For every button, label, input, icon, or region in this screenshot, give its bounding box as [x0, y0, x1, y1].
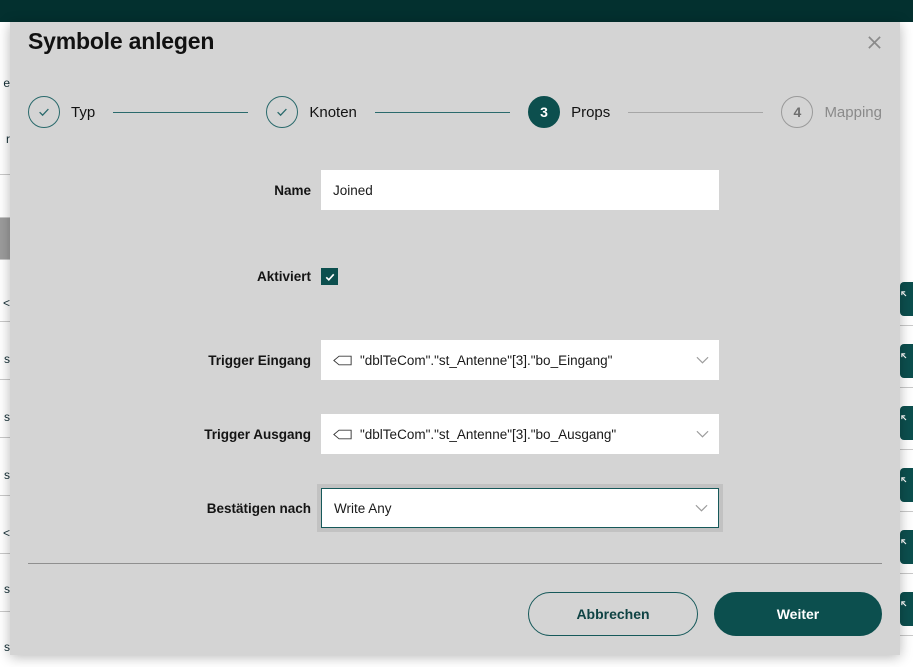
- step-props-label: Props: [571, 104, 610, 121]
- chevron-down-icon: [695, 504, 708, 513]
- step-typ-marker: [28, 96, 60, 128]
- wizard-stepper: Typ Knoten 3 Props 4 Mapping: [28, 92, 882, 132]
- background-left-divider: [0, 321, 10, 322]
- trigger-ausgang-control: "dblTeCom"."st_Antenne"[3]."bo_Ausgang": [321, 414, 719, 454]
- step-connector-1: [113, 112, 248, 113]
- background-left-divider: [0, 259, 10, 260]
- step-props-marker: 3: [528, 96, 560, 128]
- background-left-selected-row: [0, 217, 10, 259]
- background-expand-button[interactable]: [900, 592, 913, 626]
- trigger-eingang-label: Trigger Eingang: [10, 353, 321, 368]
- footer-divider: [28, 563, 882, 564]
- background-left-fragment: <: [0, 526, 10, 540]
- background-left-list: e r < s s s < s s: [0, 22, 10, 667]
- check-icon: [275, 105, 289, 119]
- app-topbar: [0, 0, 913, 22]
- step-typ-label: Typ: [71, 104, 95, 121]
- background-right-actions: [900, 22, 913, 667]
- page-title: Symbole anlegen: [28, 28, 214, 55]
- chevron-down-icon: [696, 430, 709, 439]
- name-control: Joined: [321, 170, 719, 210]
- aktiviert-label: Aktiviert: [10, 269, 321, 284]
- background-expand-button[interactable]: [900, 344, 913, 378]
- tag-icon: [333, 429, 352, 440]
- trigger-ausgang-value: "dblTeCom"."st_Antenne"[3]."bo_Ausgang": [360, 427, 690, 442]
- field-row-trigger-ausgang: Trigger Ausgang "dblTeCom"."st_Antenne"[…: [10, 414, 900, 454]
- create-symbols-dialog: Symbole anlegen Typ Knoten: [10, 22, 900, 655]
- step-connector-3: [628, 112, 763, 113]
- step-knoten[interactable]: Knoten: [266, 96, 357, 128]
- close-icon: [867, 35, 882, 50]
- field-row-trigger-eingang: Trigger Eingang "dblTeCom"."st_Antenne"[…: [10, 340, 900, 380]
- tag-icon: [333, 355, 352, 366]
- expand-icon: [901, 291, 911, 301]
- check-icon: [37, 105, 51, 119]
- check-icon: [324, 271, 336, 283]
- expand-icon: [901, 601, 911, 611]
- background-left-fragment: <: [0, 296, 10, 310]
- background-right-divider: [900, 449, 913, 450]
- step-knoten-label: Knoten: [309, 104, 357, 121]
- dialog-footer: Abbrechen Weiter: [10, 586, 900, 642]
- step-mapping-label: Mapping: [824, 104, 882, 121]
- field-row-aktiviert: Aktiviert: [10, 268, 900, 285]
- background-left-fragment: s: [0, 640, 10, 654]
- bestaetigen-nach-select[interactable]: Write Any: [321, 488, 719, 528]
- expand-icon: [901, 353, 911, 363]
- background-right-divider: [900, 325, 913, 326]
- bestaetigen-nach-label: Bestätigen nach: [10, 501, 321, 516]
- background-expand-button[interactable]: [900, 530, 913, 564]
- expand-icon: [901, 539, 911, 549]
- bestaetigen-nach-control: Write Any: [321, 488, 719, 528]
- background-left-fragment: e: [0, 76, 10, 90]
- field-row-bestaetigen-nach: Bestätigen nach Write Any: [10, 488, 900, 528]
- background-expand-button[interactable]: [900, 406, 913, 440]
- background-left-fragment: s: [0, 352, 10, 366]
- step-typ[interactable]: Typ: [28, 96, 95, 128]
- step-connector-2: [375, 112, 510, 113]
- name-label: Name: [10, 183, 321, 198]
- trigger-ausgang-label: Trigger Ausgang: [10, 427, 321, 442]
- cancel-button[interactable]: Abbrechen: [528, 592, 698, 636]
- next-button[interactable]: Weiter: [714, 592, 882, 636]
- step-knoten-marker: [266, 96, 298, 128]
- background-left-divider: [0, 379, 10, 380]
- background-left-fragment: s: [0, 468, 10, 482]
- background-expand-button[interactable]: [900, 282, 913, 316]
- field-row-name: Name Joined: [10, 170, 900, 210]
- background-right-divider: [900, 635, 913, 636]
- background-left-divider: [0, 611, 10, 612]
- name-input[interactable]: Joined: [321, 170, 719, 210]
- bestaetigen-nach-value: Write Any: [334, 501, 689, 516]
- step-props[interactable]: 3 Props: [528, 96, 610, 128]
- trigger-ausgang-select[interactable]: "dblTeCom"."st_Antenne"[3]."bo_Ausgang": [321, 414, 719, 454]
- background-left-divider: [0, 437, 10, 438]
- background-expand-button[interactable]: [900, 468, 913, 502]
- background-left-fragment: s: [0, 582, 10, 596]
- background-bottom-strip: [0, 655, 913, 667]
- background-left-divider: [0, 174, 10, 175]
- step-mapping: 4 Mapping: [781, 96, 882, 128]
- background-left-fragment: s: [0, 410, 10, 424]
- chevron-down-icon: [696, 356, 709, 365]
- background-left-divider: [0, 553, 10, 554]
- close-button[interactable]: [860, 28, 888, 56]
- expand-icon: [901, 415, 911, 425]
- background-left-divider: [0, 495, 10, 496]
- background-left-fragment: r: [0, 132, 10, 146]
- trigger-eingang-select[interactable]: "dblTeCom"."st_Antenne"[3]."bo_Eingang": [321, 340, 719, 380]
- aktiviert-control: [321, 268, 338, 285]
- background-left-divider: [0, 217, 10, 218]
- aktiviert-checkbox[interactable]: [321, 268, 338, 285]
- expand-icon: [901, 477, 911, 487]
- trigger-eingang-value: "dblTeCom"."st_Antenne"[3]."bo_Eingang": [360, 353, 690, 368]
- background-right-divider: [900, 573, 913, 574]
- trigger-eingang-control: "dblTeCom"."st_Antenne"[3]."bo_Eingang": [321, 340, 719, 380]
- background-right-divider: [900, 511, 913, 512]
- background-right-divider: [900, 387, 913, 388]
- step-mapping-marker: 4: [781, 96, 813, 128]
